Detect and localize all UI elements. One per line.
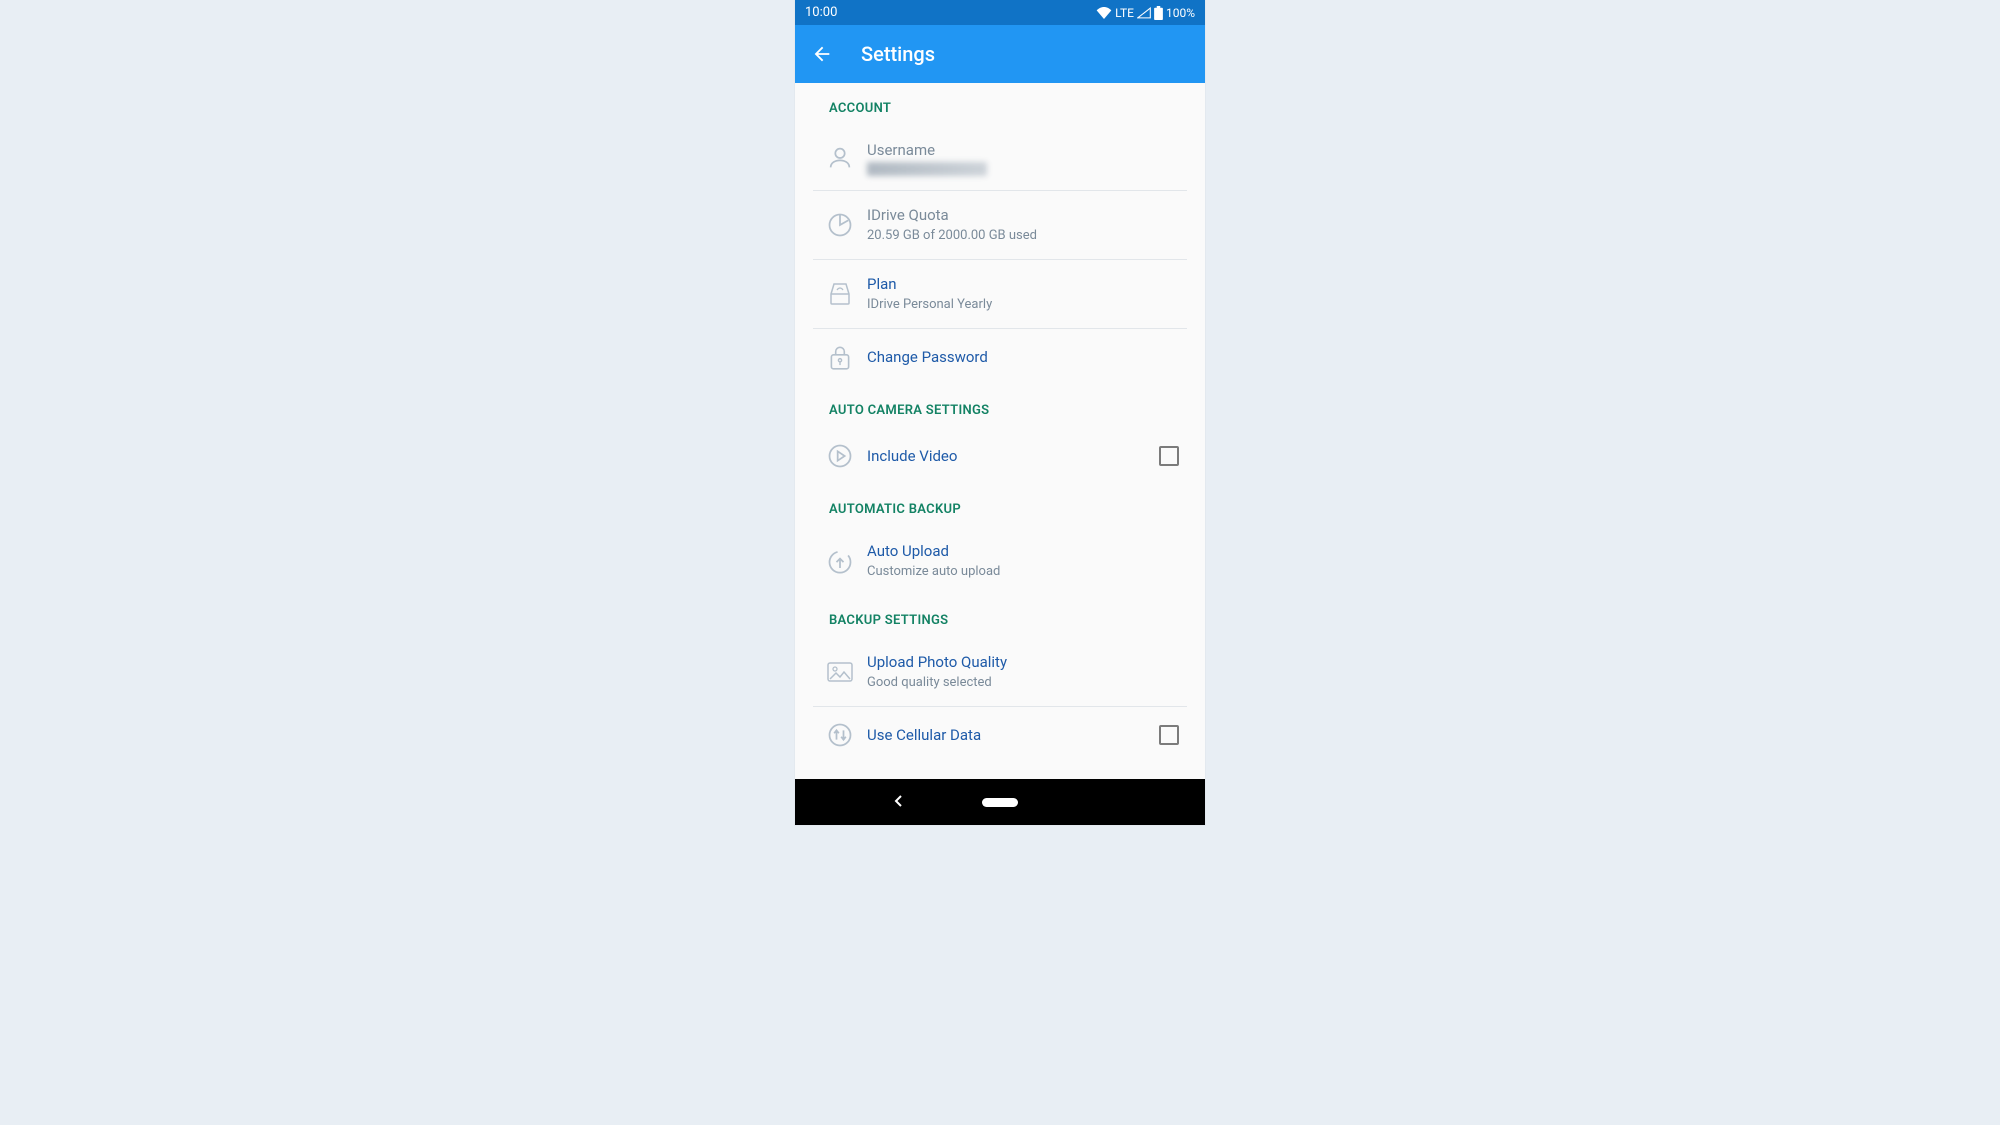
row-include-video[interactable]: Include Video: [795, 428, 1205, 484]
include-video-checkbox[interactable]: [1159, 446, 1179, 466]
status-right: LTE 100%: [1096, 6, 1195, 20]
settings-content: ACCOUNT Username IDrive Quota 20.59 GB o…: [795, 83, 1205, 779]
row-auto-upload[interactable]: Auto Upload Customize auto upload: [795, 527, 1205, 595]
photo-quality-sub: Good quality selected: [867, 674, 1187, 692]
row-plan[interactable]: Plan IDrive Personal Yearly: [795, 260, 1205, 328]
app-bar: Settings: [795, 25, 1205, 83]
quota-value: 20.59 GB of 2000.00 GB used: [867, 227, 1187, 245]
battery-icon: [1154, 6, 1163, 20]
status-bar: 10:00 LTE 100%: [795, 0, 1205, 25]
status-battery: 100%: [1166, 6, 1195, 20]
cellular-checkbox[interactable]: [1159, 725, 1179, 745]
section-auto-camera-title: AUTO CAMERA SETTINGS: [795, 385, 1205, 428]
arrow-left-icon: [811, 43, 833, 65]
include-video-label: Include Video: [867, 446, 1159, 466]
row-photo-quality[interactable]: Upload Photo Quality Good quality select…: [795, 638, 1205, 706]
row-username[interactable]: Username: [795, 126, 1205, 190]
auto-upload-sub: Customize auto upload: [867, 563, 1187, 581]
lock-icon: [813, 343, 867, 371]
signal-icon: [1137, 7, 1151, 19]
android-nav-bar: [795, 779, 1205, 825]
drive-icon: [813, 281, 867, 307]
status-time: 10:00: [805, 5, 837, 20]
plan-label: Plan: [867, 274, 1187, 294]
plan-value: IDrive Personal Yearly: [867, 296, 1187, 314]
play-circle-icon: [813, 442, 867, 470]
nav-back-icon[interactable]: [893, 793, 905, 812]
wifi-icon: [1096, 7, 1112, 19]
username-label: Username: [867, 140, 1187, 160]
image-icon: [813, 660, 867, 684]
status-lte: LTE: [1115, 6, 1134, 20]
photo-quality-label: Upload Photo Quality: [867, 652, 1187, 672]
user-icon: [813, 144, 867, 172]
section-auto-backup-title: AUTOMATIC BACKUP: [795, 484, 1205, 527]
quota-label: IDrive Quota: [867, 205, 1187, 225]
row-cellular[interactable]: Use Cellular Data: [795, 707, 1205, 763]
transfer-icon: [813, 721, 867, 749]
back-button[interactable]: [811, 43, 833, 65]
auto-upload-label: Auto Upload: [867, 541, 1187, 561]
upload-icon: [813, 547, 867, 575]
nav-home-pill[interactable]: [982, 798, 1018, 807]
phone-frame: 10:00 LTE 100% Settings ACCOUNT Username: [795, 0, 1205, 825]
username-value: [867, 162, 987, 176]
pie-icon: [813, 211, 867, 239]
cellular-label: Use Cellular Data: [867, 725, 1159, 745]
row-change-password[interactable]: Change Password: [795, 329, 1205, 385]
section-backup-title: BACKUP SETTINGS: [795, 595, 1205, 638]
row-quota[interactable]: IDrive Quota 20.59 GB of 2000.00 GB used: [795, 191, 1205, 259]
page-title: Settings: [861, 42, 935, 66]
section-account-title: ACCOUNT: [795, 83, 1205, 126]
change-password-label: Change Password: [867, 347, 1187, 367]
